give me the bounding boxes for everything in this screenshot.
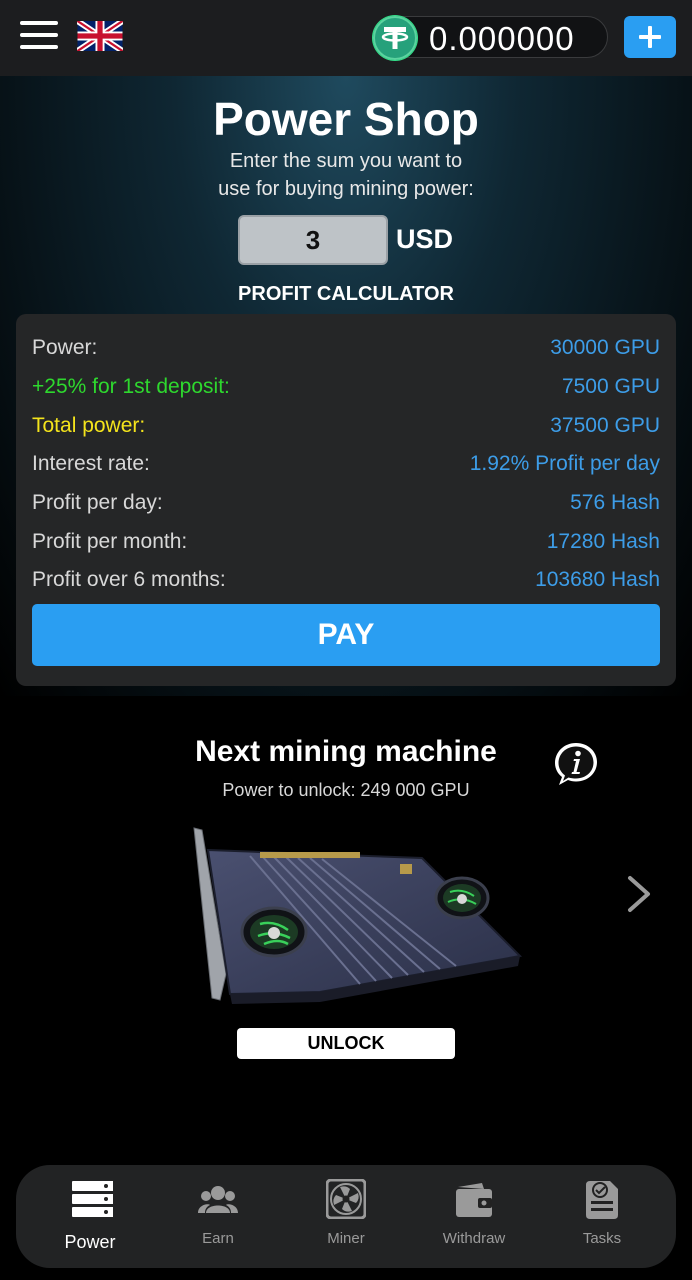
chevron-right-icon[interactable] xyxy=(622,874,656,914)
nav-item-withdraw[interactable]: Withdraw xyxy=(410,1165,538,1268)
balance-value: 0.000000 xyxy=(429,20,575,57)
currency-label: USD xyxy=(396,224,454,254)
calc-row-label: Profit over 6 months: xyxy=(32,568,226,591)
unlock-button[interactable]: UNLOCK xyxy=(237,1028,455,1059)
shop-subtitle: Enter the sum you want to use for buying… xyxy=(0,147,692,203)
calc-row-value: 1.92% Profit per day xyxy=(469,452,660,475)
calc-row-interest-rate: Interest rate: 1.92% Profit per day xyxy=(32,452,660,482)
nav-item-earn[interactable]: Earn xyxy=(154,1165,282,1268)
top-bar: 0.000000 xyxy=(0,0,692,76)
profit-calculator-title: PROFIT CALCULATOR xyxy=(238,283,454,305)
nav-label: Power xyxy=(64,1232,116,1252)
calc-row-label: Total power: xyxy=(32,414,146,437)
fan-icon xyxy=(326,1179,366,1219)
calc-row-profit-per-month: Profit per month: 17280 Hash xyxy=(32,530,660,560)
nav-label: Withdraw xyxy=(442,1230,506,1247)
calc-row-label: Power: xyxy=(32,336,98,359)
balance-display: 0.000000 xyxy=(372,16,608,60)
bottom-navigation: Power Earn Miner Withdraw Tasks xyxy=(16,1165,676,1268)
calc-row-first-deposit-bonus: +25% for 1st deposit: 7500 GPU xyxy=(32,375,660,405)
pay-button[interactable]: PAY xyxy=(32,604,660,666)
calc-row-power: Power: 30000 GPU xyxy=(32,336,660,366)
nav-label: Tasks xyxy=(582,1230,622,1247)
task-document-icon xyxy=(586,1181,618,1219)
nav-item-miner[interactable]: Miner xyxy=(282,1165,410,1268)
calc-row-total-power: Total power: 37500 GPU xyxy=(32,414,660,444)
hamburger-menu-icon[interactable] xyxy=(20,21,58,49)
calc-row-label: Profit per month: xyxy=(32,530,188,553)
calc-row-profit-per-day: Profit per day: 576 Hash xyxy=(32,491,660,521)
nav-item-power[interactable]: Power xyxy=(26,1165,154,1268)
server-icon xyxy=(72,1181,113,1217)
calc-row-value: 37500 GPU xyxy=(550,414,660,437)
calc-row-value: 30000 GPU xyxy=(550,336,660,359)
calc-row-label: Interest rate: xyxy=(32,452,150,475)
subtitle-line-1: Enter the sum you want to xyxy=(229,150,463,172)
nav-label: Earn xyxy=(202,1230,234,1247)
tether-icon xyxy=(373,16,417,60)
amount-input[interactable] xyxy=(238,215,388,265)
add-funds-button[interactable] xyxy=(624,16,676,58)
users-icon xyxy=(198,1186,238,1213)
gpu-graphics-card-image xyxy=(193,827,523,1004)
wallet-icon xyxy=(456,1183,492,1217)
calc-row-value: 17280 Hash xyxy=(546,530,660,553)
page-title: Power Shop xyxy=(213,93,479,145)
calc-row-profit-6-months: Profit over 6 months: 103680 Hash xyxy=(32,568,660,598)
uk-flag-icon[interactable] xyxy=(77,21,123,51)
profit-calculator-card: Power: 30000 GPU +25% for 1st deposit: 7… xyxy=(16,314,676,686)
calc-row-label: Profit per day: xyxy=(32,491,163,514)
subtitle-line-2: use for buying mining power: xyxy=(218,178,474,200)
calc-row-value: 576 Hash xyxy=(570,491,660,514)
unlock-requirement: Power to unlock: 249 000 GPU xyxy=(222,780,470,800)
calc-row-label: +25% for 1st deposit: xyxy=(32,375,230,398)
nav-item-tasks[interactable]: Tasks xyxy=(538,1165,666,1268)
calc-row-value: 103680 Hash xyxy=(535,568,660,591)
nav-label: Miner xyxy=(327,1230,365,1247)
calc-row-value: 7500 GPU xyxy=(561,375,660,398)
